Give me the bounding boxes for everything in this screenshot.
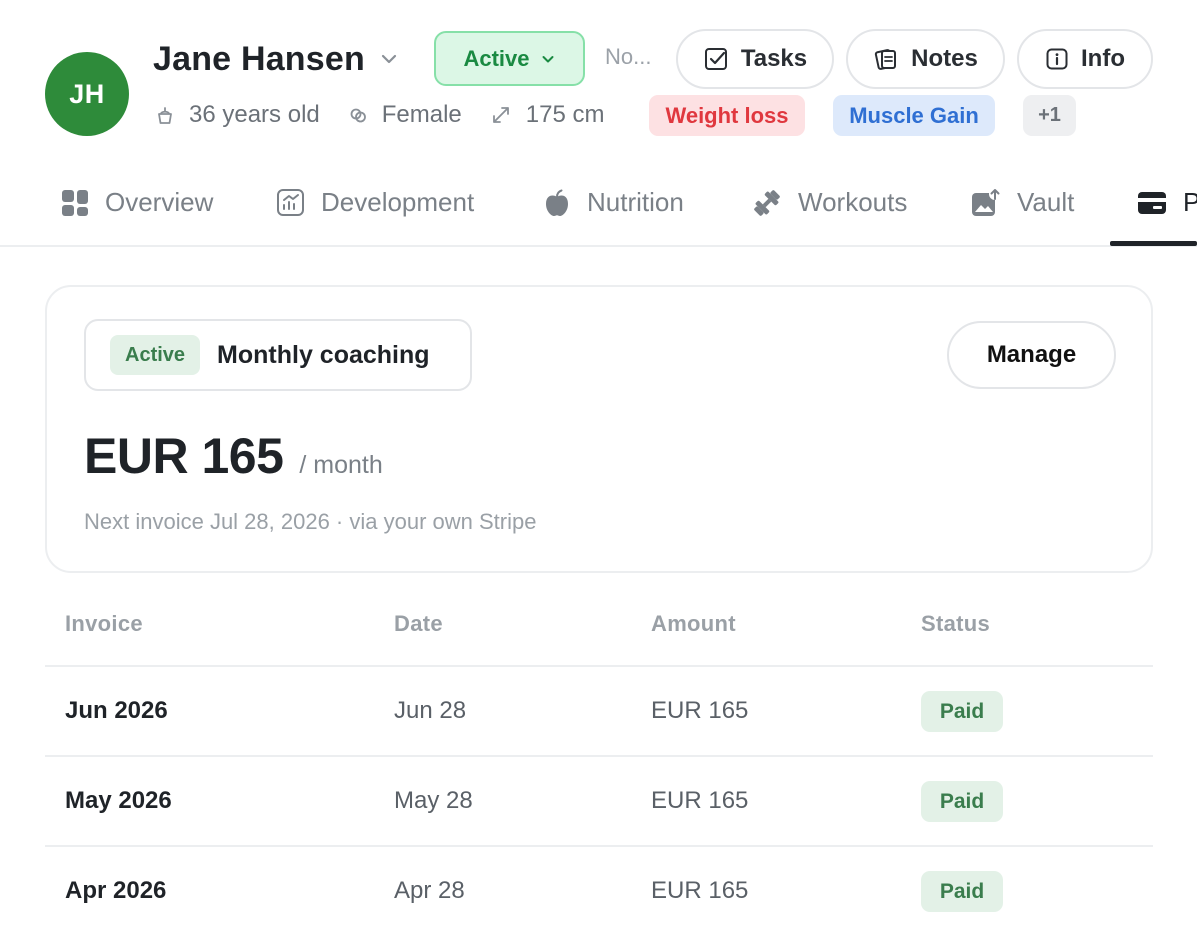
invoice-period: May 2026 bbox=[65, 787, 172, 814]
client-height: 175 cm bbox=[490, 101, 605, 129]
grid-icon bbox=[62, 189, 88, 216]
client-name-row[interactable]: Jane Hansen bbox=[153, 30, 401, 88]
tab-workouts-label: Workouts bbox=[798, 187, 908, 217]
tab-workouts[interactable]: Workouts bbox=[752, 160, 907, 245]
dumbbell-icon bbox=[754, 189, 780, 216]
invoice-period: Apr 2026 bbox=[65, 877, 167, 904]
price-row: EUR 165 / month bbox=[84, 427, 383, 485]
goal-tag-muscle-gain[interactable]: Muscle Gain bbox=[833, 95, 995, 136]
column-header-date: Date bbox=[394, 611, 443, 636]
plan-period: / month bbox=[299, 451, 383, 479]
checkbox-icon bbox=[704, 48, 727, 70]
info-label: Info bbox=[1081, 45, 1125, 72]
client-status-dropdown[interactable]: Active bbox=[434, 31, 585, 86]
tab-payments[interactable]: P bbox=[1137, 160, 1197, 245]
client-age: 36 years old bbox=[155, 101, 320, 129]
plan-status-badge: Active bbox=[110, 335, 201, 375]
column-header-amount: Amount bbox=[651, 611, 736, 636]
invoice-amount: EUR 165 bbox=[651, 877, 749, 904]
plan-name: Monthly coaching bbox=[217, 340, 430, 369]
info-icon bbox=[1046, 48, 1068, 70]
client-gender: Female bbox=[348, 101, 462, 129]
goal-tag-more[interactable]: +1 bbox=[1023, 95, 1076, 136]
next-invoice-text: Next invoice Jul 28, 2026 · via your own… bbox=[84, 509, 537, 534]
chevron-down-icon[interactable] bbox=[379, 48, 401, 70]
notes-button[interactable]: Notes bbox=[846, 29, 1005, 89]
image-upload-icon bbox=[972, 187, 1001, 216]
table-row[interactable]: Apr 2026 Apr 28 EUR 165 Paid bbox=[45, 847, 1153, 937]
client-height-text: 175 cm bbox=[525, 101, 605, 128]
invoice-table: Invoice Date Amount Status Jun 2026 Jun … bbox=[45, 585, 1153, 937]
invoice-date: Jun 28 bbox=[394, 697, 467, 724]
tasks-button[interactable]: Tasks bbox=[676, 29, 834, 89]
manage-button[interactable]: Manage bbox=[947, 321, 1116, 389]
tab-payments-label: P bbox=[1183, 187, 1197, 217]
tab-nutrition-label: Nutrition bbox=[587, 187, 684, 217]
tab-nutrition[interactable]: Nutrition bbox=[543, 160, 684, 245]
tab-development[interactable]: Development bbox=[276, 160, 474, 245]
invoice-period: Jun 2026 bbox=[65, 697, 168, 724]
invoice-date: Apr 28 bbox=[394, 877, 465, 904]
plan-price: EUR 165 bbox=[84, 428, 284, 484]
table-header: Invoice Date Amount Status bbox=[45, 585, 1153, 667]
chart-icon bbox=[277, 189, 304, 216]
avatar: JH bbox=[45, 52, 129, 136]
tab-overview[interactable]: Overview bbox=[61, 160, 213, 245]
invoice-amount: EUR 165 bbox=[651, 697, 749, 724]
chevron-down-icon bbox=[542, 55, 554, 62]
tab-vault-label: Vault bbox=[1017, 187, 1075, 217]
status-badge: Paid bbox=[921, 871, 1003, 912]
gender-icon bbox=[350, 108, 366, 123]
table-row[interactable]: Jun 2026 Jun 28 EUR 165 Paid bbox=[45, 667, 1153, 757]
goal-tag-weight-loss[interactable]: Weight loss bbox=[649, 95, 805, 136]
invoice-date: May 28 bbox=[394, 787, 473, 814]
cake-icon bbox=[158, 107, 172, 124]
invoice-amount: EUR 165 bbox=[651, 787, 749, 814]
client-age-text: 36 years old bbox=[189, 101, 320, 128]
client-name: Jane Hansen bbox=[153, 39, 365, 78]
status-badge: Paid bbox=[921, 691, 1003, 732]
column-header-status: Status bbox=[921, 611, 991, 636]
subscription-card: Active Monthly coaching Manage EUR 165 /… bbox=[45, 285, 1153, 573]
ruler-diagonal-icon bbox=[492, 107, 509, 123]
tab-vault[interactable]: Vault bbox=[971, 160, 1074, 245]
client-meta: 36 years old Female 175 cm bbox=[155, 96, 632, 134]
tab-development-label: Development bbox=[321, 187, 475, 217]
column-header-invoice: Invoice bbox=[65, 611, 143, 636]
info-button[interactable]: Info bbox=[1017, 29, 1153, 89]
active-tab-indicator bbox=[1110, 241, 1197, 246]
client-status-label: Active bbox=[463, 45, 530, 71]
client-gender-text: Female bbox=[381, 101, 462, 128]
notes-icon bbox=[875, 49, 897, 70]
tasks-label: Tasks bbox=[740, 45, 808, 72]
plan-summary: Active Monthly coaching bbox=[84, 319, 472, 391]
tab-overview-label: Overview bbox=[105, 187, 214, 217]
apple-icon bbox=[546, 189, 568, 216]
table-row[interactable]: May 2026 May 28 EUR 165 Paid bbox=[45, 757, 1153, 847]
tab-bar: Overview Development Nutrition Workouts bbox=[0, 160, 1197, 247]
note-preview[interactable]: No... bbox=[605, 44, 651, 70]
card-icon bbox=[1138, 191, 1166, 214]
status-badge: Paid bbox=[921, 781, 1003, 822]
notes-label: Notes bbox=[911, 45, 978, 72]
